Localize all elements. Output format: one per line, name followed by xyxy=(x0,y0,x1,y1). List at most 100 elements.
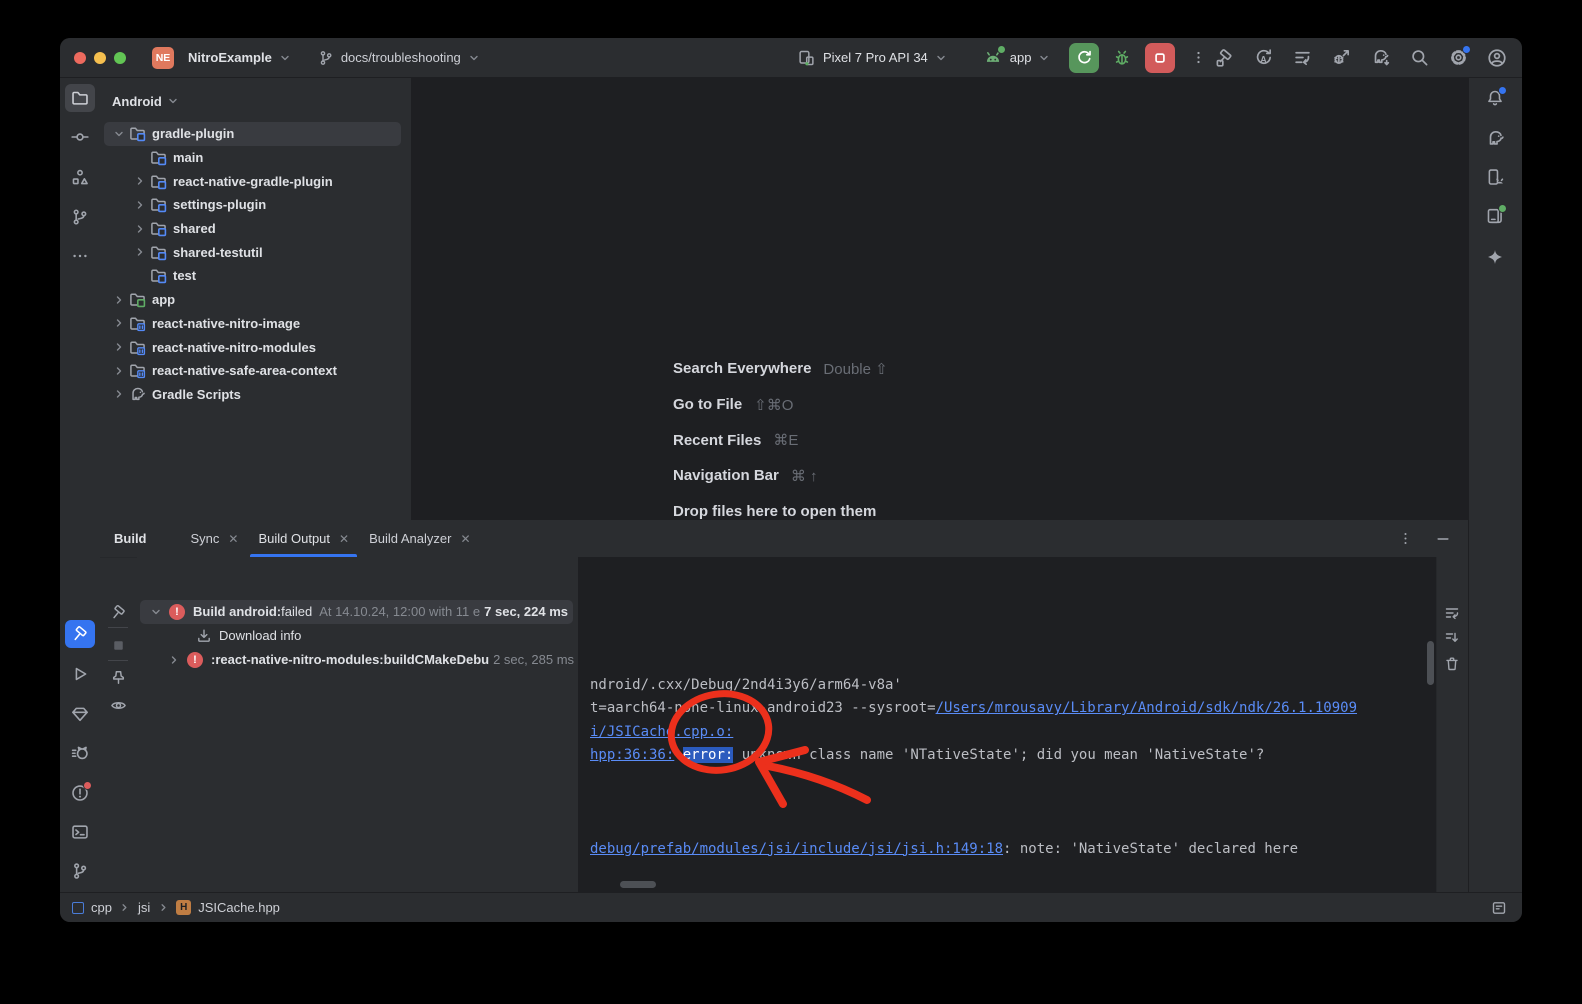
close-tab-icon[interactable]: ✕ xyxy=(228,532,238,546)
run-tool-button[interactable] xyxy=(65,660,95,688)
zoom-window-button[interactable] xyxy=(114,52,126,64)
hide-panel-icon[interactable] xyxy=(1432,528,1454,550)
build-panel-toolbar xyxy=(100,557,138,892)
view-options-eye-icon[interactable] xyxy=(104,691,132,719)
chevron-right-icon[interactable] xyxy=(110,385,128,403)
chevron-right-icon[interactable] xyxy=(131,172,149,190)
file-link[interactable]: hpp:36:36: xyxy=(590,747,674,763)
chevron-right-icon[interactable] xyxy=(131,243,149,261)
more-icon xyxy=(71,247,89,265)
structure-icon xyxy=(71,168,89,186)
apply-changes-restart-icon[interactable]: A xyxy=(1252,47,1274,69)
structure-tool-button[interactable] xyxy=(65,163,95,191)
tree-item-react-native-safe-area-context[interactable]: react-native-safe-area-context xyxy=(100,359,411,383)
pin-tab-icon[interactable] xyxy=(104,663,132,691)
terminal-tool-button[interactable] xyxy=(65,818,95,846)
attach-debugger-icon[interactable] xyxy=(1330,47,1352,69)
branch-selector[interactable]: docs/troubleshooting xyxy=(318,47,481,69)
build-task-row[interactable]: ! :react-native-nitro-modules:buildCMake… xyxy=(137,648,576,672)
git-tool-button[interactable] xyxy=(65,857,95,885)
run-config-name: app xyxy=(1010,50,1032,65)
close-window-button[interactable] xyxy=(74,52,86,64)
pull-requests-tool-button[interactable] xyxy=(65,203,95,231)
ai-assistant-button[interactable] xyxy=(1480,243,1510,271)
app-quality-insights-button[interactable] xyxy=(65,700,95,728)
profile-icon[interactable] xyxy=(1486,47,1508,69)
chevron-right-icon[interactable] xyxy=(165,651,183,669)
tree-item-settings-plugin[interactable]: settings-plugin xyxy=(100,193,411,217)
tree-item-react-native-nitro-image[interactable]: react-native-nitro-image xyxy=(100,312,411,336)
chevron-down-icon[interactable] xyxy=(147,603,165,621)
tree-item-app[interactable]: app xyxy=(100,288,411,312)
tree-item-test[interactable]: test xyxy=(100,264,411,288)
tree-item-react-native-gradle-plugin[interactable]: react-native-gradle-plugin xyxy=(100,169,411,193)
tree-item-shared[interactable]: shared xyxy=(100,217,411,241)
more-tool-windows-button[interactable] xyxy=(65,242,95,270)
soft-wrap-icon[interactable] xyxy=(1439,601,1465,625)
clear-all-trash-icon[interactable] xyxy=(1439,652,1465,676)
console-toolbar xyxy=(1436,557,1468,892)
header-file-icon: H xyxy=(176,900,191,915)
tab-sync[interactable]: Sync✕ xyxy=(181,520,249,557)
chevron-right-icon[interactable] xyxy=(110,314,128,332)
settings-gear-icon[interactable] xyxy=(1447,47,1469,69)
console-line: ndroid/.cxx/Debug/2nd4i3y6/arm64-v8a' xyxy=(578,674,1437,697)
breadcrumb-file[interactable]: JSICache.hpp xyxy=(198,900,280,915)
chevron-right-icon[interactable] xyxy=(131,196,149,214)
build-project-icon[interactable] xyxy=(1213,47,1235,69)
chevron-down-icon[interactable] xyxy=(110,125,128,143)
rerun-button[interactable] xyxy=(1069,43,1099,73)
vertical-scrollbar[interactable] xyxy=(1427,641,1434,685)
chevron-right-icon[interactable] xyxy=(110,338,128,356)
console-line: hpp:36:36: error: unknown class name 'NT… xyxy=(578,744,1437,767)
tree-item-gradle-scripts[interactable]: Gradle Scripts xyxy=(100,383,411,407)
device-manager-button[interactable] xyxy=(1480,163,1510,191)
close-tab-icon[interactable]: ✕ xyxy=(339,532,349,546)
tab-build-analyzer[interactable]: Build Analyzer✕ xyxy=(359,520,480,557)
horizontal-scrollbar[interactable] xyxy=(620,881,656,888)
breadcrumb-jsi[interactable]: jsi xyxy=(138,900,150,915)
build-filter-hammer-icon[interactable] xyxy=(104,598,132,626)
chevron-right-icon[interactable] xyxy=(110,291,128,309)
reader-mode-icon[interactable] xyxy=(1488,897,1510,919)
build-output-tree: ! Build android: failed At 14.10.24, 12:… xyxy=(137,557,578,892)
problems-tool-button[interactable] xyxy=(65,779,95,807)
search-icon[interactable] xyxy=(1408,47,1430,69)
project-tool-button[interactable] xyxy=(65,84,95,112)
more-run-actions-button[interactable] xyxy=(1187,47,1209,69)
chevron-right-icon[interactable] xyxy=(110,362,128,380)
gradle-tool-button[interactable] xyxy=(1480,124,1510,152)
android-head-icon xyxy=(982,47,1004,69)
build-download-row[interactable]: Download info xyxy=(137,624,576,648)
project-view-selector[interactable]: Android xyxy=(100,78,411,112)
running-devices-button[interactable] xyxy=(1480,202,1510,230)
apply-code-changes-icon[interactable] xyxy=(1291,47,1313,69)
commit-tool-button[interactable] xyxy=(65,123,95,151)
tab-build-output[interactable]: Build Output✕ xyxy=(248,520,359,557)
breadcrumb-cpp[interactable]: cpp xyxy=(91,900,112,915)
debug-button[interactable] xyxy=(1111,47,1133,69)
close-tab-icon[interactable]: ✕ xyxy=(460,532,470,546)
file-link[interactable]: i/JSICache.cpp.o: xyxy=(590,724,733,740)
notifications-button[interactable] xyxy=(1480,84,1510,112)
options-kebab-icon[interactable] xyxy=(1394,528,1416,550)
run-configuration-selector[interactable]: app xyxy=(982,47,1052,69)
gradle-sync-icon[interactable] xyxy=(1369,47,1391,69)
build-root-row[interactable]: ! Build android: failed At 14.10.24, 12:… xyxy=(137,600,576,624)
tree-item-main[interactable]: main xyxy=(100,146,411,170)
stop-build-icon[interactable] xyxy=(104,631,132,659)
logcat-tool-button[interactable] xyxy=(65,739,95,767)
device-selector[interactable]: Pixel 7 Pro API 34 xyxy=(795,47,948,69)
tree-item-shared-testutil[interactable]: shared-testutil xyxy=(100,240,411,264)
file-link[interactable]: debug/prefab/modules/jsi/include/jsi/jsi… xyxy=(590,841,1003,857)
file-link[interactable]: /Users/mrousavy/Library/Android/sdk/ndk/… xyxy=(936,700,1357,716)
chevron-right-icon[interactable] xyxy=(131,220,149,238)
tree-item-react-native-nitro-modules[interactable]: react-native-nitro-modules xyxy=(100,335,411,359)
project-folder-icon xyxy=(71,89,89,107)
stop-button[interactable] xyxy=(1145,43,1175,73)
tree-item-gradle-plugin[interactable]: gradle-plugin xyxy=(100,122,411,146)
scroll-to-end-icon[interactable] xyxy=(1439,626,1465,650)
minimize-window-button[interactable] xyxy=(94,52,106,64)
build-tool-button[interactable] xyxy=(65,620,95,648)
project-selector[interactable]: NE NitroExample xyxy=(152,47,292,69)
